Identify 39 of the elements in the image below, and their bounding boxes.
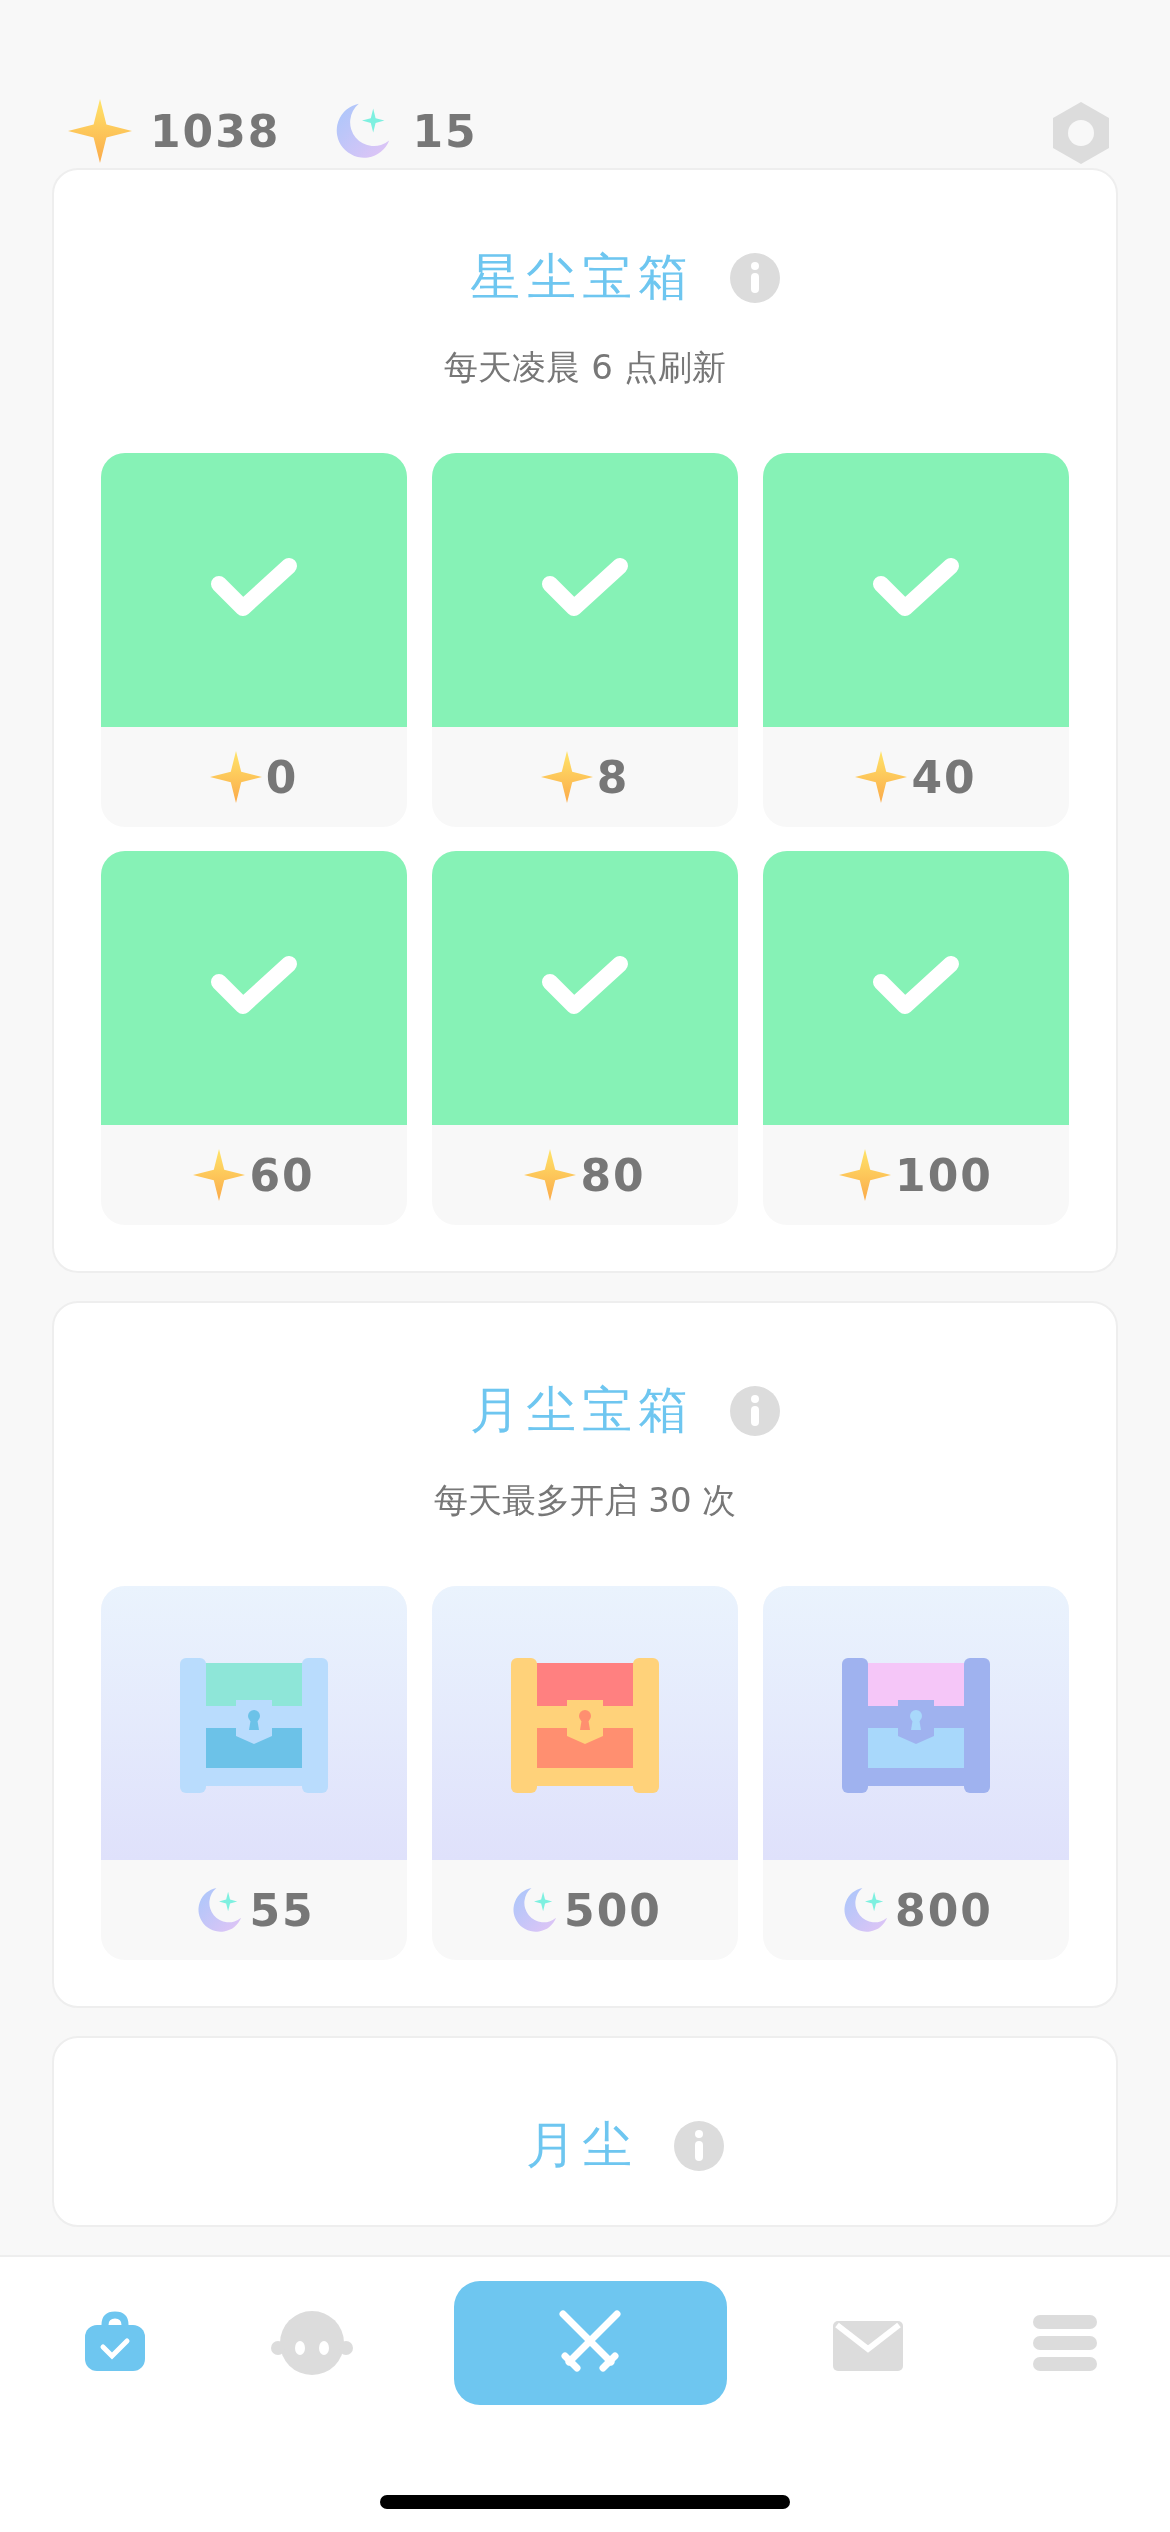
section-title: 月尘: [526, 2115, 638, 2176]
chest-price: 800: [895, 1884, 993, 1936]
chest-tile[interactable]: 100: [763, 851, 1069, 1225]
star-icon: [193, 1149, 246, 1201]
star-icon: [524, 1149, 577, 1201]
chest-tile[interactable]: 0: [101, 453, 407, 827]
chest-price: 40: [911, 751, 977, 803]
chest-price: 55: [249, 1884, 315, 1936]
star-icon: [839, 1149, 892, 1201]
chest-price: 80: [580, 1149, 646, 1201]
chest-price: 8: [596, 751, 630, 803]
chest-price: 100: [895, 1149, 993, 1201]
info-icon[interactable]: [674, 2120, 724, 2171]
face-icon: [269, 2310, 354, 2376]
chest-price: 0: [265, 751, 299, 803]
info-icon[interactable]: [730, 252, 780, 303]
chest-tile[interactable]: 55: [101, 1586, 407, 1960]
tab-button[interactable]: [453, 2281, 727, 2405]
star-icon: [855, 751, 908, 803]
chest-price: 500: [564, 1884, 662, 1936]
info-icon[interactable]: [730, 1385, 780, 1436]
star-icon: [209, 751, 262, 803]
section-subtitle: 每天最多开启 30 次: [433, 1479, 737, 1522]
chest-tile[interactable]: 60: [101, 851, 407, 1225]
chest-tile[interactable]: 800: [763, 1586, 1069, 1960]
star-icon: [68, 99, 132, 163]
chest-tile[interactable]: 80: [432, 851, 738, 1225]
section-title: 星尘宝箱: [470, 247, 694, 308]
chest-price: 60: [249, 1149, 315, 1201]
section-title: 月尘宝箱: [470, 1380, 694, 1441]
section-subtitle: 每天凌晨 6 点刷新: [444, 346, 726, 389]
settings-icon[interactable]: [1050, 100, 1112, 166]
chest-tile[interactable]: 500: [432, 1586, 738, 1960]
currency-amount: 1038: [150, 105, 281, 157]
currency-amount: 15: [412, 105, 478, 157]
chest-tile[interactable]: 40: [763, 453, 1069, 827]
star-icon: [540, 751, 593, 803]
menu-icon: [1033, 2315, 1097, 2371]
chest-tile[interactable]: 8: [432, 453, 738, 827]
